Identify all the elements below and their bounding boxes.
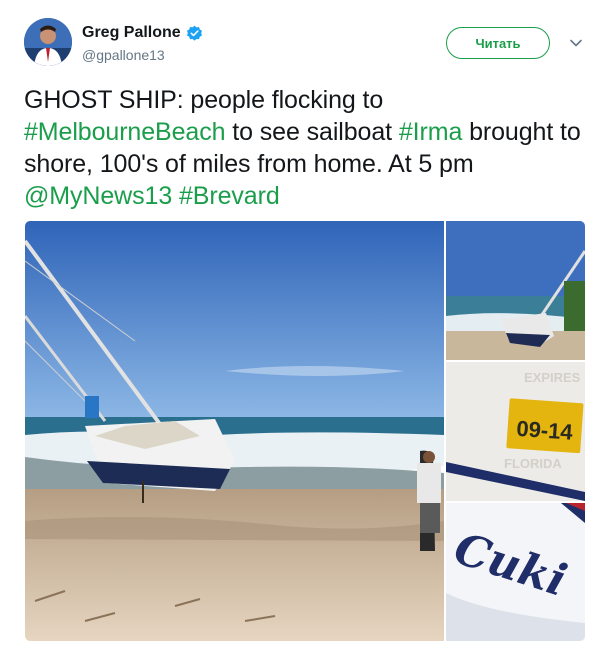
avatar-photo-icon — [24, 18, 72, 66]
hashtag-link[interactable]: #Irma — [399, 118, 463, 146]
hull-name-photo[interactable]: Cuki — [446, 503, 585, 641]
beached-sailboat-photo[interactable] — [25, 221, 444, 641]
hull-text-expires: EXPIRES — [524, 370, 581, 385]
registration-sticker-text: 09-14 — [516, 416, 575, 445]
chevron-down-icon[interactable] — [569, 36, 583, 50]
mention-link[interactable]: @MyNews13 — [24, 182, 172, 210]
tweet-header: Greg Pallone @gpallone13 Читать — [24, 18, 590, 70]
author-display-name[interactable]: Greg Pallone — [82, 23, 203, 43]
verified-badge-icon — [186, 25, 202, 41]
author-handle[interactable]: @gpallone13 — [82, 46, 203, 64]
sailboat-shore-photo[interactable] — [446, 221, 585, 360]
tweet-text-segment: to see sailboat — [225, 118, 399, 146]
hull-text-florida: FLORIDA — [504, 456, 562, 471]
media-grid: EXPIRES 09-14 FLORIDA Cuki — [25, 221, 585, 641]
tweet-text-segment: GHOST SHIP: people flocking to — [24, 86, 384, 114]
hashtag-link[interactable]: #Brevard — [179, 182, 280, 210]
author-avatar[interactable] — [24, 18, 72, 66]
display-name-text: Greg Pallone — [82, 24, 181, 41]
tweet-text-segment — [172, 182, 179, 210]
tweet-text: GHOST SHIP: people flocking to #Melbourn… — [24, 84, 584, 212]
follow-button[interactable]: Читать — [446, 27, 550, 59]
hashtag-link[interactable]: #MelbourneBeach — [24, 118, 226, 146]
registration-sticker-photo[interactable]: EXPIRES 09-14 FLORIDA — [446, 362, 585, 501]
